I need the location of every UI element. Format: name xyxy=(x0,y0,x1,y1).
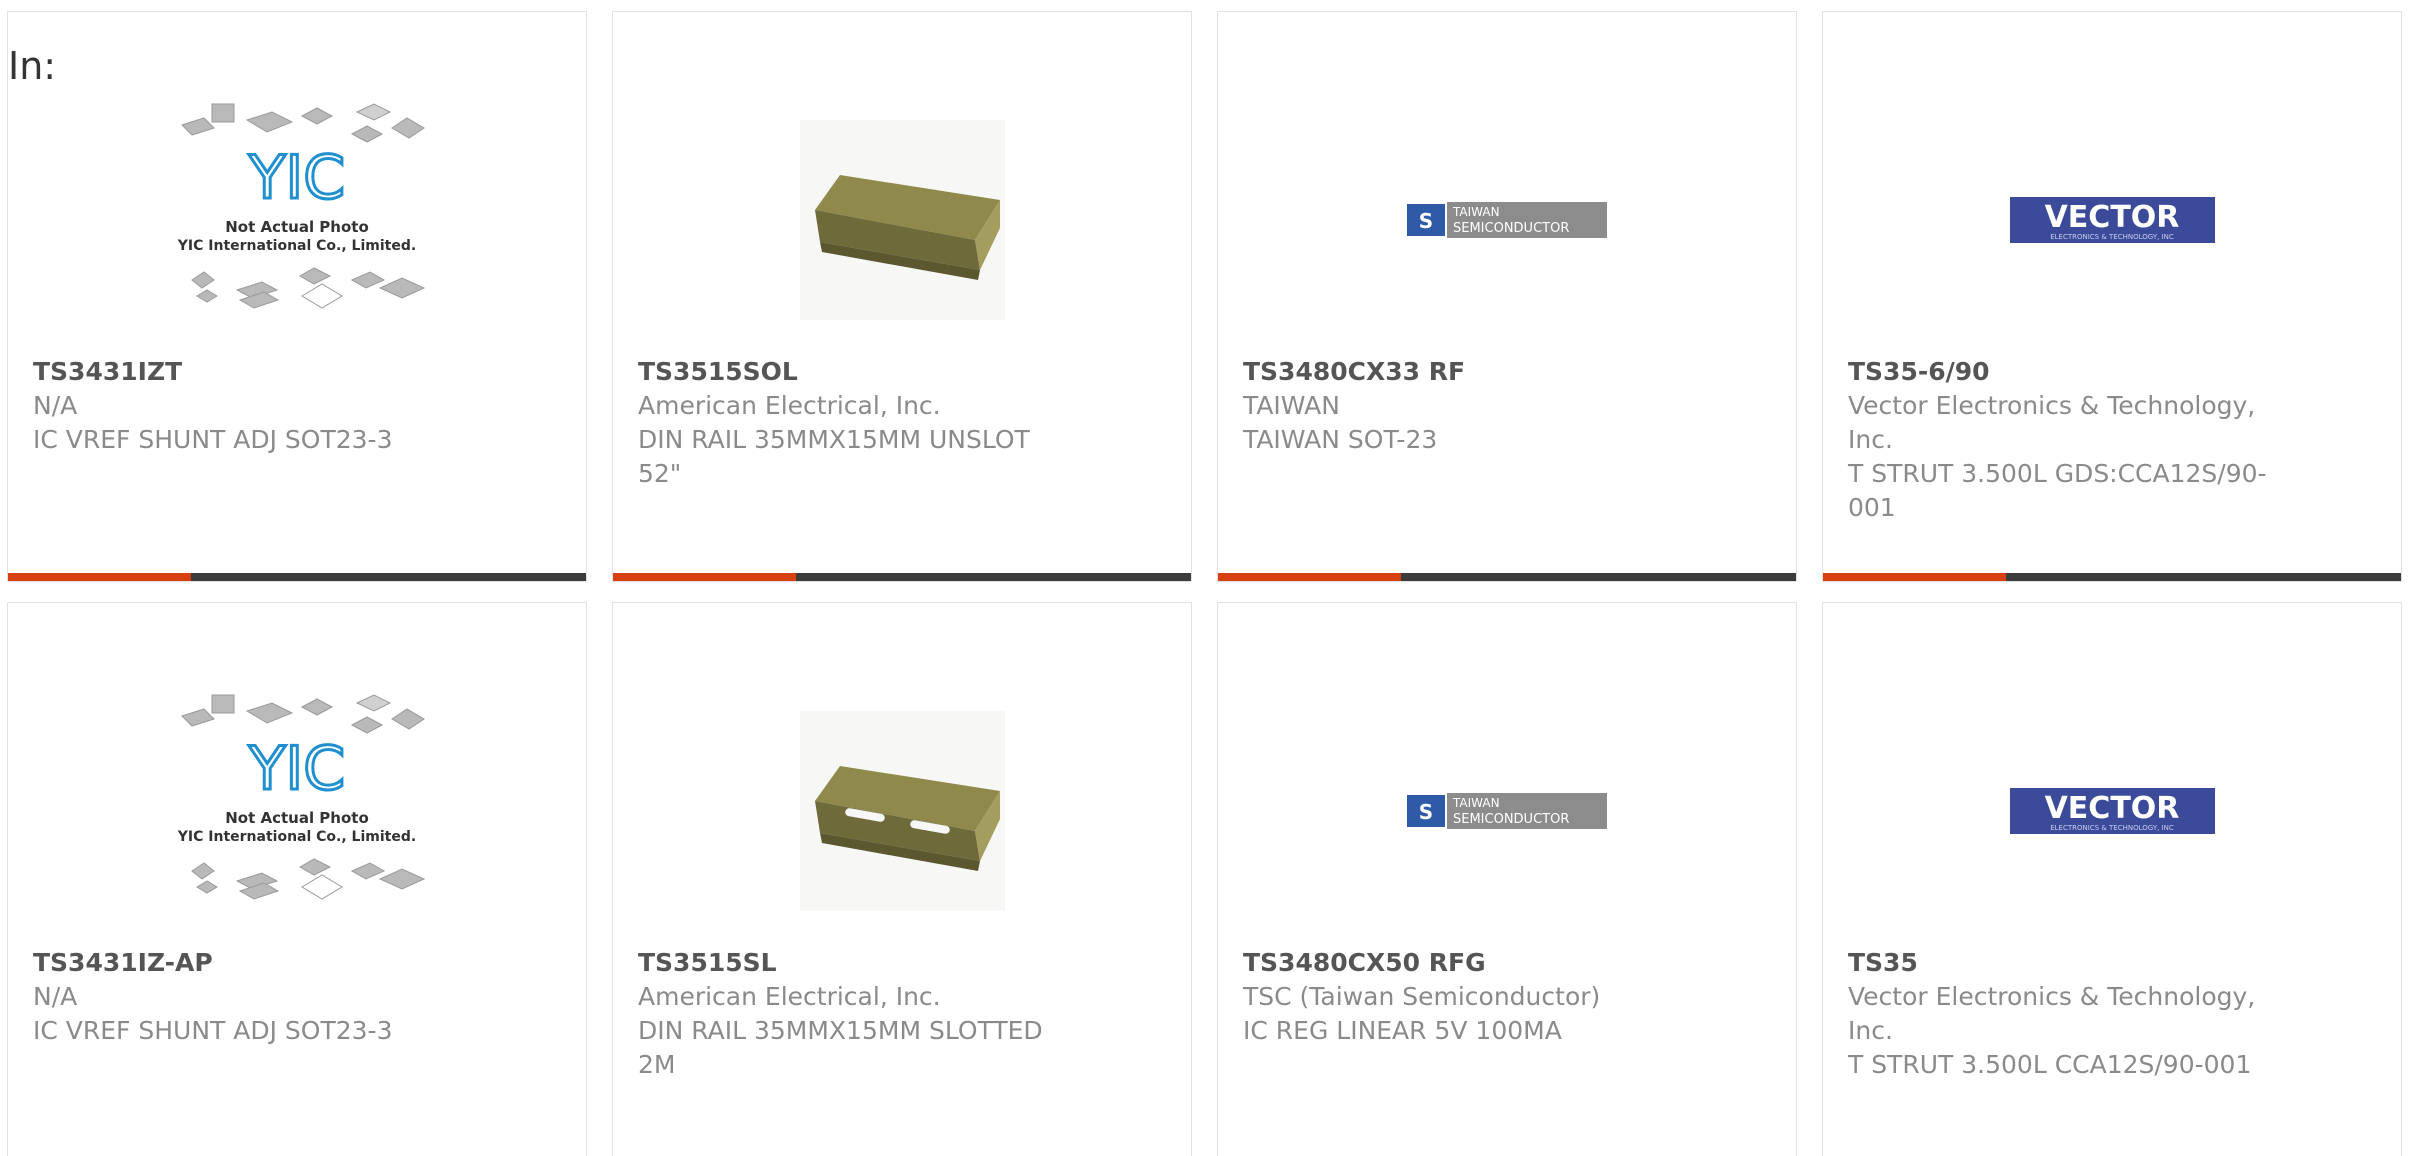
product-image[interactable]: VECTOR ELECTRONICS & TECHNOLOGY, INC xyxy=(1823,678,2401,943)
product-card[interactable]: YIC Not Actual Photo YIC International C… xyxy=(7,602,587,1156)
svg-text:SEMICONDUCTOR: SEMICONDUCTOR xyxy=(1453,812,1569,827)
din-rail-slotted-image xyxy=(799,710,1005,911)
svg-text:VECTOR: VECTOR xyxy=(2044,791,2179,826)
product-info: TS3431IZ-AP N/A IC VREF SHUNT ADJ SOT23-… xyxy=(33,946,463,1048)
product-info: TS3480CX33 RF TAIWAN TAIWAN SOT-23 xyxy=(1243,355,1673,457)
product-card[interactable]: YIC Not Actual Photo YIC International C… xyxy=(7,11,587,582)
description: IC VREF SHUNT ADJ SOT23-3 xyxy=(33,1016,393,1045)
product-info: TS3515SOL American Electrical, Inc. DIN … xyxy=(638,355,1068,491)
product-card[interactable]: S TAIWAN SEMICONDUCTOR TS3480CX50 RFG TS… xyxy=(1217,602,1797,1156)
taiwan-semiconductor-logo: S TAIWAN SEMICONDUCTOR xyxy=(1407,792,1607,829)
card-footer-bar xyxy=(1823,573,2401,581)
svg-text:TAIWAN: TAIWAN xyxy=(1452,205,1500,219)
vector-logo: VECTOR ELECTRONICS & TECHNOLOGY, INC xyxy=(2009,196,2215,243)
manufacturer: TAIWAN xyxy=(1243,391,1340,420)
product-card[interactable]: VECTOR ELECTRONICS & TECHNOLOGY, INC TS3… xyxy=(1822,602,2402,1156)
manufacturer: N/A xyxy=(33,982,78,1011)
svg-text:ELECTRONICS & TECHNOLOGY, INC: ELECTRONICS & TECHNOLOGY, INC xyxy=(2050,824,2174,832)
svg-text:S: S xyxy=(1419,800,1433,824)
part-number[interactable]: TS3431IZT xyxy=(33,355,463,389)
product-image[interactable] xyxy=(613,87,1191,352)
yic-placeholder-image: YIC Not Actual Photo YIC International C… xyxy=(177,102,426,309)
svg-text:S: S xyxy=(1419,209,1433,233)
manufacturer: Vector Electronics & Technology, Inc. xyxy=(1848,391,2256,454)
product-image[interactable] xyxy=(613,678,1191,943)
part-number[interactable]: TS35 xyxy=(1848,946,2278,980)
description: T STRUT 3.500L GDS:CCA12S/90-001 xyxy=(1848,459,2267,522)
svg-text:VECTOR: VECTOR xyxy=(2044,200,2179,235)
taiwan-semiconductor-logo: S TAIWAN SEMICONDUCTOR xyxy=(1407,201,1607,238)
svg-text:SEMICONDUCTOR: SEMICONDUCTOR xyxy=(1453,221,1569,236)
description: T STRUT 3.500L CCA12S/90-001 xyxy=(1848,1050,2252,1079)
part-number[interactable]: TS3515SL xyxy=(638,946,1068,980)
product-info: TS3431IZT N/A IC VREF SHUNT ADJ SOT23-3 xyxy=(33,355,463,457)
product-info: TS35 Vector Electronics & Technology, In… xyxy=(1848,946,2278,1082)
svg-text:YIC International Co., Limited: YIC International Co., Limited. xyxy=(177,829,416,845)
card-footer-bar xyxy=(8,573,586,581)
svg-text:TAIWAN: TAIWAN xyxy=(1452,796,1500,810)
product-card[interactable]: TS3515SL American Electrical, Inc. DIN R… xyxy=(612,602,1192,1156)
card-footer-accent xyxy=(8,573,191,581)
svg-text:YIC International Co., Limited: YIC International Co., Limited. xyxy=(177,238,416,254)
product-card[interactable]: S TAIWAN SEMICONDUCTOR TS3480CX33 RF TAI… xyxy=(1217,11,1797,582)
product-info: TS3515SL American Electrical, Inc. DIN R… xyxy=(638,946,1068,1082)
card-footer-accent xyxy=(1823,573,2006,581)
svg-text:ELECTRONICS & TECHNOLOGY, INC: ELECTRONICS & TECHNOLOGY, INC xyxy=(2050,233,2174,241)
manufacturer: N/A xyxy=(33,391,78,420)
description: IC REG LINEAR 5V 100MA xyxy=(1243,1016,1562,1045)
din-rail-image xyxy=(799,119,1005,320)
product-card[interactable]: VECTOR ELECTRONICS & TECHNOLOGY, INC TS3… xyxy=(1822,11,2402,582)
svg-text:Not Actual Photo: Not Actual Photo xyxy=(225,809,369,827)
product-image[interactable]: S TAIWAN SEMICONDUCTOR xyxy=(1218,678,1796,943)
product-image[interactable]: YIC Not Actual Photo YIC International C… xyxy=(8,87,586,352)
card-footer-bar xyxy=(613,573,1191,581)
manufacturer: American Electrical, Inc. xyxy=(638,982,941,1011)
description: DIN RAIL 35MMX15MM UNSLOT 52" xyxy=(638,425,1030,488)
manufacturer: American Electrical, Inc. xyxy=(638,391,941,420)
part-number[interactable]: TS3480CX50 RFG xyxy=(1243,946,1673,980)
manufacturer: TSC (Taiwan Semiconductor) xyxy=(1243,982,1601,1011)
part-number[interactable]: TS3515SOL xyxy=(638,355,1068,389)
card-footer-accent xyxy=(1218,573,1401,581)
description: TAIWAN SOT-23 xyxy=(1243,425,1438,454)
part-number[interactable]: TS35-6/90 xyxy=(1848,355,2278,389)
yic-placeholder-image: YIC Not Actual Photo YIC International C… xyxy=(177,693,426,900)
product-grid: YIC Not Actual Photo YIC International C… xyxy=(7,11,2402,1156)
description: IC VREF SHUNT ADJ SOT23-3 xyxy=(33,425,393,454)
yic-logo-text: YIC xyxy=(248,734,345,804)
product-info: TS35-6/90 Vector Electronics & Technolog… xyxy=(1848,355,2278,525)
vector-logo: VECTOR ELECTRONICS & TECHNOLOGY, INC xyxy=(2009,787,2215,834)
product-image[interactable]: VECTOR ELECTRONICS & TECHNOLOGY, INC xyxy=(1823,87,2401,352)
product-card[interactable]: TS3515SOL American Electrical, Inc. DIN … xyxy=(612,11,1192,582)
product-image[interactable]: S TAIWAN SEMICONDUCTOR xyxy=(1218,87,1796,352)
part-number[interactable]: TS3480CX33 RF xyxy=(1243,355,1673,389)
product-info: TS3480CX50 RFG TSC (Taiwan Semiconductor… xyxy=(1243,946,1673,1048)
product-image[interactable]: YIC Not Actual Photo YIC International C… xyxy=(8,678,586,943)
yic-logo-text: YIC xyxy=(248,143,345,213)
part-number[interactable]: TS3431IZ-AP xyxy=(33,946,463,980)
description: DIN RAIL 35MMX15MM SLOTTED 2M xyxy=(638,1016,1043,1079)
product-grid-page: In: YIC Not Actual Photo YIC Internation… xyxy=(0,0,2410,1156)
manufacturer: Vector Electronics & Technology, Inc. xyxy=(1848,982,2256,1045)
card-footer-bar xyxy=(1218,573,1796,581)
card-footer-accent xyxy=(613,573,796,581)
svg-text:Not Actual Photo: Not Actual Photo xyxy=(225,218,369,236)
filter-label: In: xyxy=(8,44,57,88)
